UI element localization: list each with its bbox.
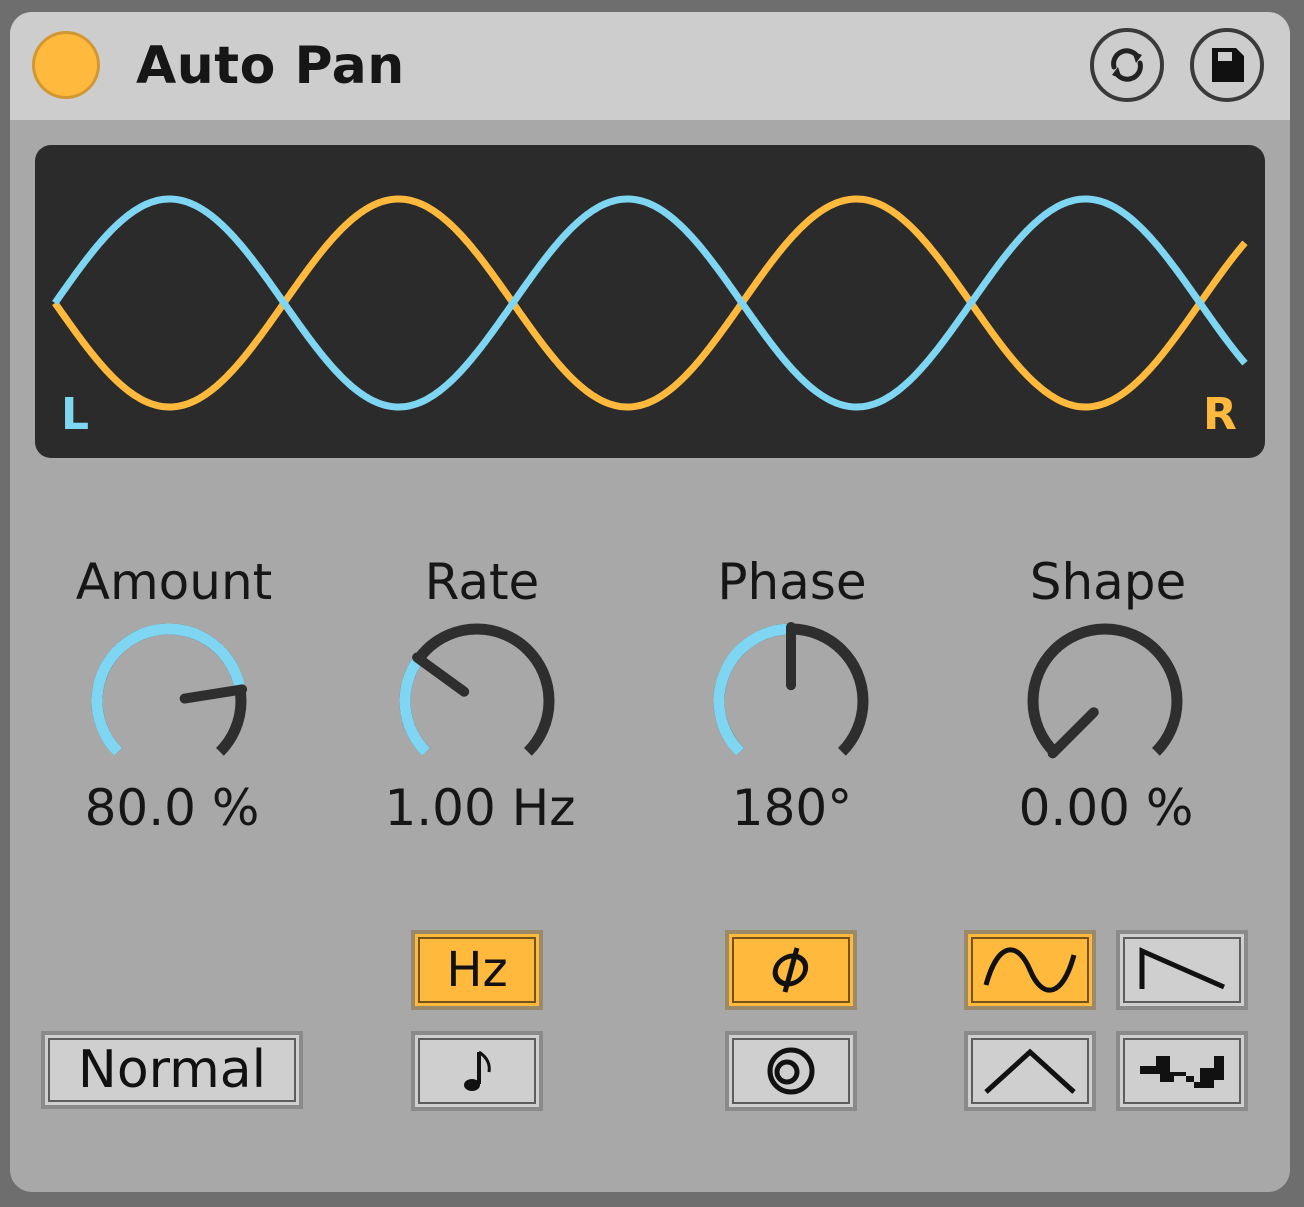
rate-knob[interactable] xyxy=(392,616,562,786)
hz-label: Hz xyxy=(446,942,508,998)
rate-hz-button[interactable]: Hz xyxy=(411,930,543,1010)
phase-mode-button[interactable] xyxy=(725,930,857,1010)
sine-wave-icon xyxy=(983,947,1077,993)
right-channel-wave xyxy=(52,195,1248,411)
device-title: Auto Pan xyxy=(136,36,405,96)
rate-sync-button[interactable] xyxy=(411,1031,543,1111)
refresh-button[interactable] xyxy=(1090,28,1164,102)
right-channel-label: R xyxy=(1203,389,1237,440)
spin-mode-button[interactable] xyxy=(725,1031,857,1111)
device-on-toggle[interactable] xyxy=(32,31,100,99)
waveform-graph xyxy=(52,195,1248,411)
shape-sine-button[interactable] xyxy=(964,930,1096,1010)
mode-label: Normal xyxy=(77,1040,267,1100)
amount-label: Amount xyxy=(75,553,273,611)
saw-down-icon xyxy=(1139,947,1226,990)
device-title-bar: Auto Pan xyxy=(10,12,1290,120)
rate-value: 1.00 Hz xyxy=(384,779,576,837)
shape-triangle-button[interactable] xyxy=(964,1031,1096,1111)
knob-pointer xyxy=(1047,707,1099,759)
auto-pan-device: Auto Pan L R Amount Rate Phase Shape 80.… xyxy=(10,12,1290,1192)
left-channel-label: L xyxy=(61,389,90,440)
random-wave-icon xyxy=(1140,1056,1224,1088)
save-preset-button[interactable] xyxy=(1190,28,1264,102)
knob-pointer xyxy=(179,684,248,704)
phase-label: Phase xyxy=(717,553,867,611)
phase-value: 180° xyxy=(731,779,853,837)
shape-knob[interactable] xyxy=(1020,616,1190,786)
save-icon xyxy=(1212,48,1244,82)
note-icon xyxy=(464,1050,491,1091)
shape-value: 0.00 % xyxy=(1018,779,1194,837)
knob-pointer xyxy=(412,652,470,697)
shape-random-button[interactable] xyxy=(1116,1031,1248,1111)
shape-saw-button[interactable] xyxy=(1116,930,1248,1010)
rate-label: Rate xyxy=(424,553,540,611)
amount-knob[interactable] xyxy=(84,616,254,786)
pan-waveform-display: L R xyxy=(35,145,1265,458)
shape-label: Shape xyxy=(1029,553,1187,611)
phase-icon xyxy=(772,947,809,993)
knob-track xyxy=(399,623,555,756)
phase-knob[interactable] xyxy=(706,616,876,786)
spin-icon xyxy=(767,1047,815,1095)
knob-value-arc xyxy=(399,655,431,756)
knob-value-arc xyxy=(713,623,792,756)
triangle-wave-icon xyxy=(984,1048,1076,1094)
refresh-icon xyxy=(1111,48,1143,82)
left-channel-wave xyxy=(52,195,1248,411)
knob-track xyxy=(1027,623,1183,756)
mode-button[interactable]: Normal xyxy=(41,1031,303,1109)
amount-value: 80.0 % xyxy=(84,779,260,837)
